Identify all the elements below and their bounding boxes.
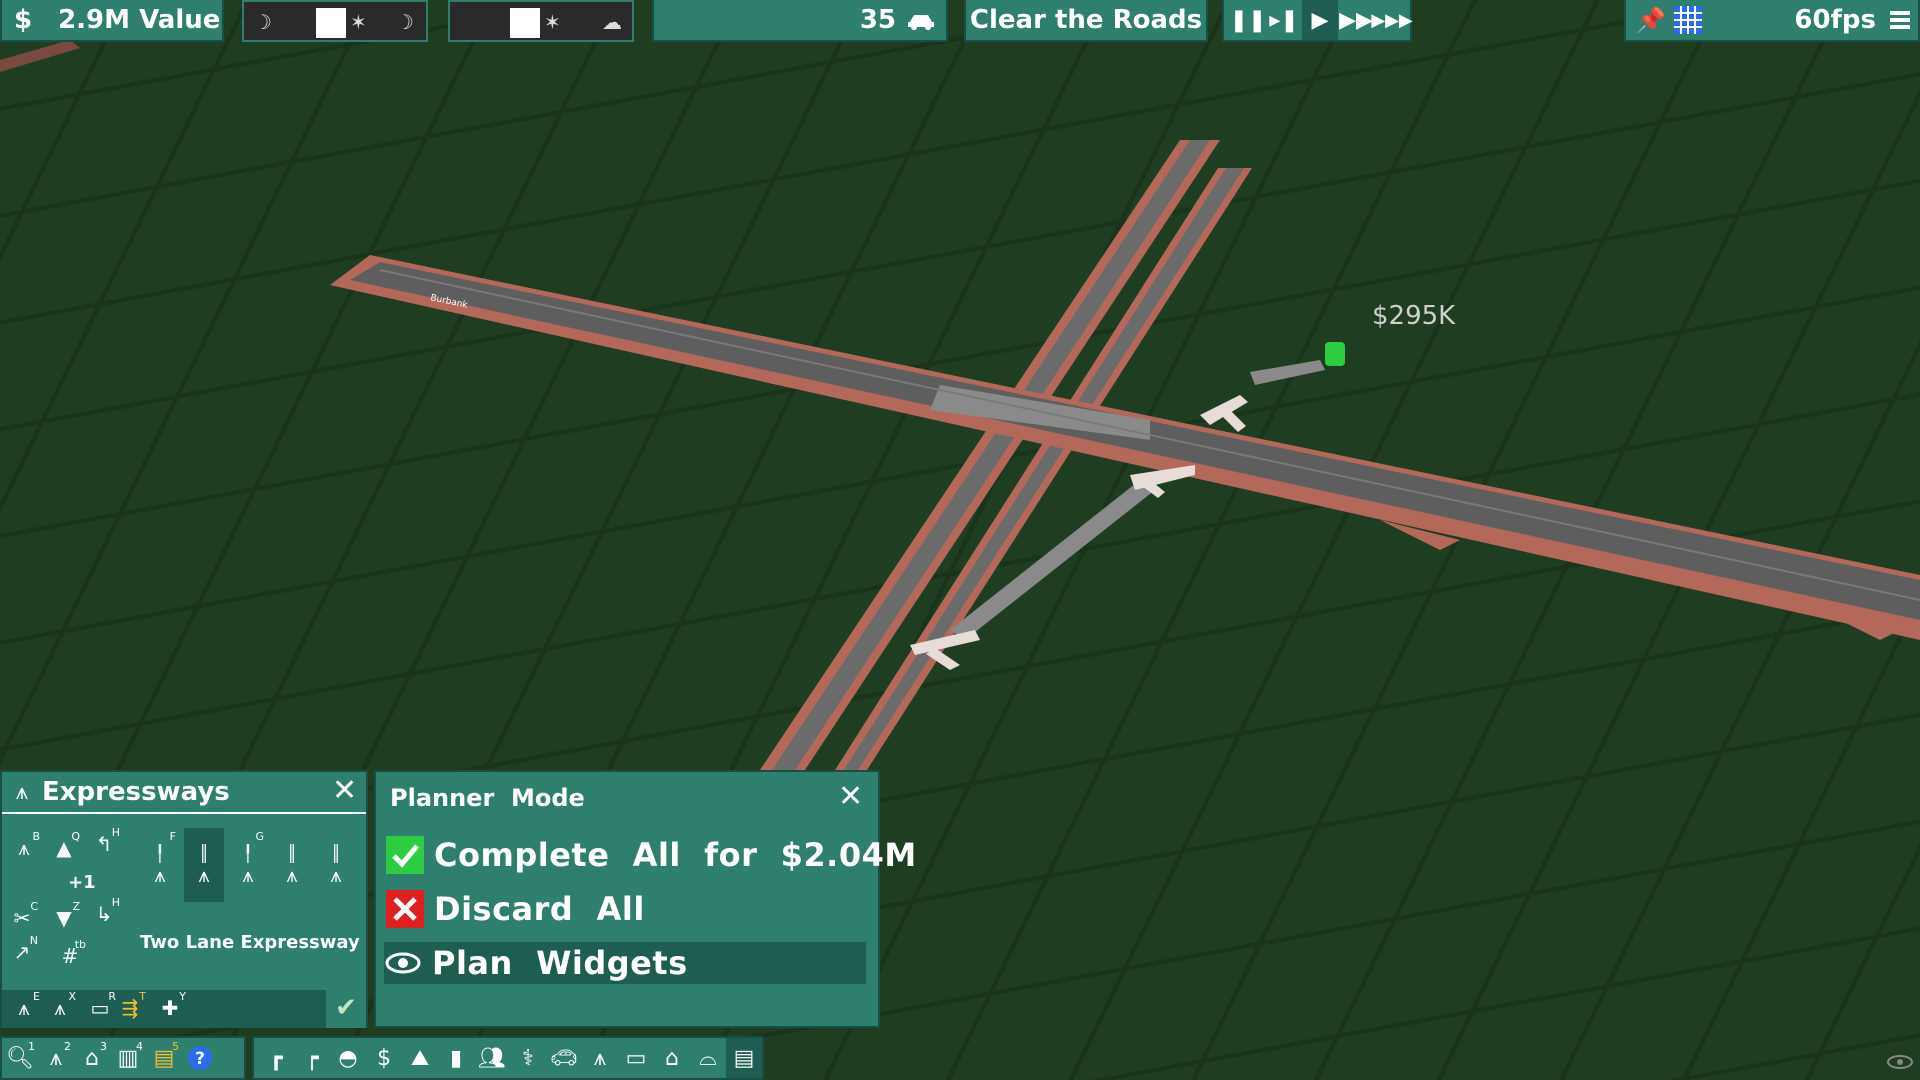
complete-all-label: Complete All for $2.04M: [434, 836, 917, 874]
lower-tool-button[interactable]: ▼ Z: [44, 898, 84, 938]
grid-tool-button[interactable]: # tb: [50, 936, 90, 976]
road-tool-icon[interactable]: ┏: [258, 1038, 294, 1078]
sun-icon: ✶: [350, 10, 367, 34]
value-label: 2.9M Value: [58, 5, 221, 35]
road-type-4-button[interactable]: ║ ⩚: [272, 828, 312, 902]
fps-counter: 60fps: [1794, 5, 1876, 35]
road-type-1-button[interactable]: ╿ ⩚ F: [140, 828, 180, 902]
time-slider-knob[interactable]: [316, 8, 346, 38]
plan-widgets-label: Plan Widgets: [432, 944, 688, 982]
discard-all-button[interactable]: Discard All: [386, 888, 645, 930]
expressways-title: Expressways: [42, 777, 230, 807]
value-display[interactable]: $ 2.9M Value: [0, 0, 224, 42]
price-tag: $295K: [1372, 301, 1456, 331]
dollar-icon: $: [14, 5, 33, 35]
weather-slider[interactable]: ✶ ☁: [448, 0, 634, 42]
top-right-controls: 📌 60fps: [1624, 0, 1920, 42]
complete-all-button[interactable]: Complete All for $2.04M: [386, 834, 917, 876]
car-icon[interactable]: 🚗︎: [546, 1038, 582, 1078]
moon-icon: ☽: [254, 10, 272, 34]
plan-widgets-button[interactable]: Plan Widgets: [384, 942, 866, 984]
search-icon[interactable]: 🔍︎ 1: [2, 1038, 38, 1078]
time-of-day-slider[interactable]: ☽ ✶ ☽: [242, 0, 428, 42]
question-icon[interactable]: ?: [182, 1038, 218, 1078]
weather-slider-knob[interactable]: [510, 8, 540, 38]
street-tool-icon[interactable]: ┍: [294, 1038, 330, 1078]
vehicle-count-display[interactable]: 35: [652, 0, 948, 42]
garage-icon[interactable]: ⌓: [690, 1038, 726, 1078]
objective-display[interactable]: Clear the Roads: [964, 0, 1208, 42]
ramp-alt-tool-button[interactable]: ↳ H: [84, 894, 124, 934]
expressways-panel: ⩚ Expressways ✕ ⩚ B ▲ Q ↰ H +1 ✂ C ▼ Z ↳ H ↗ N …: [0, 770, 368, 1028]
road-type-2-button[interactable]: ║ ⩚: [184, 828, 224, 902]
eye-icon: [384, 944, 422, 982]
objective-label: Clear the Roads: [969, 5, 1203, 35]
budget-icon[interactable]: ▤ 5: [146, 1038, 182, 1078]
expressway-icon: ⩚: [15, 779, 29, 805]
panel-header: ⩚ Expressways: [2, 772, 366, 814]
expressway-icon[interactable]: ⩚: [582, 1038, 618, 1078]
panel-bottom-row: ⩚ E ⩚ X ▭ R ⇶ T ✚ Y ✔: [2, 988, 366, 1028]
step-icon[interactable]: ▸❚: [1266, 0, 1302, 40]
road-type-3-button[interactable]: ╿ ⩚ G: [228, 828, 268, 902]
cloud-icon: ☁: [602, 10, 622, 34]
speed-controls: ❚❚ ▸❚ ▶ ▶▶ ▶▶▶: [1222, 0, 1413, 42]
buildings-icon[interactable]: ▥ 4: [110, 1038, 146, 1078]
notes-icon[interactable]: ▤: [726, 1038, 762, 1078]
pin-icon[interactable]: 📌: [1636, 6, 1666, 34]
close-icon[interactable]: ✕: [332, 776, 357, 806]
planner-mode-panel: Planner Mode ✕ Complete All for $2.04M D…: [374, 770, 916, 1028]
play-icon[interactable]: ▶: [1302, 0, 1338, 40]
expressway-x-button[interactable]: ⩚ X: [40, 988, 80, 1028]
tower-icon[interactable]: ▮: [438, 1038, 474, 1078]
bottom-toolbar-right: ┏ ┍ ◓ $ ⛰ ▮ 👥︎ ⚕ 🚗︎ ⩚ ▭ ⌂ ⌓ ▤: [252, 1036, 764, 1080]
fastest-icon[interactable]: ▶▶▶: [1371, 0, 1413, 40]
expressway-e-button[interactable]: ⩚ E: [4, 988, 44, 1028]
home-icon[interactable]: ⌂ 3: [74, 1038, 110, 1078]
moon-icon: ☽: [396, 10, 414, 34]
vehicle-count: 35: [859, 5, 896, 35]
money-icon[interactable]: $: [366, 1038, 402, 1078]
house-icon[interactable]: ⌂: [654, 1038, 690, 1078]
people-icon[interactable]: 👥︎: [474, 1038, 510, 1078]
expressway-tool-button[interactable]: ⩚ B: [4, 828, 44, 868]
menu-icon[interactable]: [1890, 9, 1910, 31]
transit-icon[interactable]: ◓: [330, 1038, 366, 1078]
pause-icon[interactable]: ❚❚: [1230, 0, 1267, 40]
discard-all-label: Discard All: [434, 890, 645, 928]
sun-icon: ✶: [544, 10, 561, 34]
ramp-tool-button[interactable]: ↰ H: [84, 824, 124, 864]
x-icon: [386, 890, 424, 928]
add-tool-button[interactable]: ✚ Y: [150, 988, 190, 1028]
grid-icon[interactable]: [1673, 6, 1702, 34]
confirm-check-icon[interactable]: ✔: [326, 988, 366, 1028]
selected-road-label: Two Lane Expressway: [140, 932, 360, 953]
check-icon: [386, 836, 424, 874]
bottom-toolbar-left: 🔍︎ 1 ⩚ 2 ⌂ 3 ▥ 4 ▤ 5 ?: [0, 1036, 246, 1080]
terrain-icon[interactable]: ⛰: [402, 1038, 438, 1078]
medical-icon[interactable]: ⚕: [510, 1038, 546, 1078]
north-tool-button[interactable]: ↗ N: [2, 932, 42, 972]
close-icon[interactable]: ✕: [838, 782, 863, 812]
fast-icon[interactable]: ▶▶: [1338, 0, 1374, 40]
bus-icon[interactable]: ▭: [618, 1038, 654, 1078]
arrow-tool-button[interactable]: ⇶ T: [110, 988, 150, 1028]
roads-icon[interactable]: ⩚ 2: [38, 1038, 74, 1078]
raise-tool-button[interactable]: ▲ Q: [44, 828, 84, 868]
car-icon: [906, 10, 936, 30]
planner-title: Planner Mode: [390, 784, 585, 812]
green-marker-icon[interactable]: [1325, 342, 1345, 366]
plus-one-label: +1: [68, 872, 96, 893]
road-type-5-button[interactable]: ║ ⩚: [316, 828, 356, 902]
svg-text:?: ?: [195, 1049, 205, 1069]
